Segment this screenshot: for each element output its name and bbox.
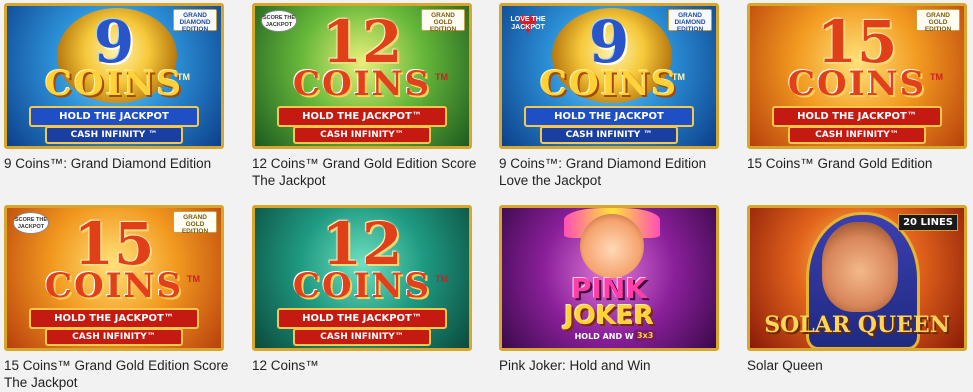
logo-ribbon: HOLD THE JACKPOT [29,106,199,127]
score-the-jackpot-icon: SCORE THE JACKPOT [261,10,297,32]
logo-ribbon: HOLD THE JACKPOT [524,106,694,127]
logo-ribbon: HOLD THE JACKPOT™ [277,106,447,127]
trademark-mark: TM [672,72,685,82]
game-title[interactable]: Solar Queen [747,357,973,374]
logo-subribbon: CASH INFINITY™ [788,126,926,144]
edition-badge: GRAND DIAMOND EDITION [668,9,712,33]
logo-subribbon: CASH INFINITY™ [45,328,183,346]
game-card[interactable]: 15 COINS TM HOLD THE JACKPOT™ CASH INFIN… [4,205,228,391]
game-thumbnail[interactable]: 15 COINS TM HOLD THE JACKPOT™ CASH INFIN… [4,205,224,351]
game-card[interactable]: SOLAR QUEEN 20 LINES Solar Queen [747,205,967,374]
trademark-mark: TM [435,72,448,82]
game-logo-word-2: JOKER [564,301,654,331]
heart-label: LOVE THE JACKPOT [510,16,546,31]
edition-badge: GRAND GOLD EDITION [421,9,465,33]
edition-badge: GRAND DIAMOND EDITION [173,9,217,33]
logo-ribbon: HOLD THE JACKPOT™ [772,106,942,127]
game-logo-word-1: PINK [570,272,648,305]
logo-ribbon: HOLD THE JACKPOT™ [29,308,199,329]
game-thumbnail[interactable]: PINK JOKER HOLD AND WIN 3x3 [499,205,719,351]
queen-face-icon [822,222,898,312]
logo-subtitle: HOLD AND WIN [574,332,644,341]
trademark-mark: TM [177,72,190,82]
trademark-mark: TM [930,72,943,82]
logo-subribbon: CASH INFINITY™ [293,126,431,144]
trademark-mark: TM [435,274,448,284]
game-card[interactable]: 15 COINS TM HOLD THE JACKPOT™ CASH INFIN… [747,3,967,172]
edition-badge: GRAND GOLD EDITION [173,211,217,235]
trademark-mark: TM [187,274,200,284]
game-title[interactable]: 15 Coins™ Grand Gold Edition Score The J… [4,357,234,391]
game-title[interactable]: 15 Coins™ Grand Gold Edition [747,155,973,172]
score-the-jackpot-icon: SCORE THE JACKPOT [13,212,49,234]
game-thumbnail[interactable]: 9 COINS TM HOLD THE JACKPOT CASH INFINIT… [4,3,224,149]
game-thumbnail[interactable]: 12 COINS TM HOLD THE JACKPOT™ CASH INFIN… [252,205,472,351]
game-card[interactable]: 9 COINS TM HOLD THE JACKPOT CASH INFINIT… [4,3,224,172]
game-card[interactable]: 12 COINS TM HOLD THE JACKPOT™ CASH INFIN… [252,205,472,374]
game-logo-word: SOLAR QUEEN [764,312,950,338]
game-thumbnail[interactable]: 12 COINS TM HOLD THE JACKPOT™ CASH INFIN… [252,3,472,149]
lines-badge: 20 LINES [898,214,958,231]
game-card[interactable]: 9 COINS TM HOLD THE JACKPOT CASH INFINIT… [499,3,719,189]
game-title[interactable]: 12 Coins™ [252,357,482,374]
edition-badge: GRAND GOLD EDITION [916,9,960,33]
grid-size-badge: 3x3 [634,330,657,341]
joker-face-icon [580,214,644,278]
game-title[interactable]: 9 Coins™: Grand Diamond Edition [4,155,234,172]
game-thumbnail[interactable]: 15 COINS TM HOLD THE JACKPOT™ CASH INFIN… [747,3,967,149]
love-the-jackpot-heart-icon: ♥ LOVE THE JACKPOT [508,6,548,40]
game-grid: 9 COINS TM HOLD THE JACKPOT CASH INFINIT… [0,0,973,392]
logo-ribbon: HOLD THE JACKPOT™ [277,308,447,329]
logo-subribbon: CASH INFINITY ™ [45,126,183,144]
game-thumbnail[interactable]: SOLAR QUEEN 20 LINES [747,205,967,351]
game-title[interactable]: 12 Coins™ Grand Gold Edition Score The J… [252,155,482,189]
game-card[interactable]: 12 COINS TM HOLD THE JACKPOT™ CASH INFIN… [252,3,476,189]
game-title[interactable]: 9 Coins™: Grand Diamond Edition Love the… [499,155,729,189]
game-card[interactable]: PINK JOKER HOLD AND WIN 3x3 Pink Joker: … [499,205,719,374]
logo-subribbon: CASH INFINITY ™ [540,126,678,144]
game-thumbnail[interactable]: 9 COINS TM HOLD THE JACKPOT CASH INFINIT… [499,3,719,149]
game-title[interactable]: Pink Joker: Hold and Win [499,357,729,374]
logo-subribbon: CASH INFINITY™ [293,328,431,346]
game-number: 12 [321,210,403,278]
